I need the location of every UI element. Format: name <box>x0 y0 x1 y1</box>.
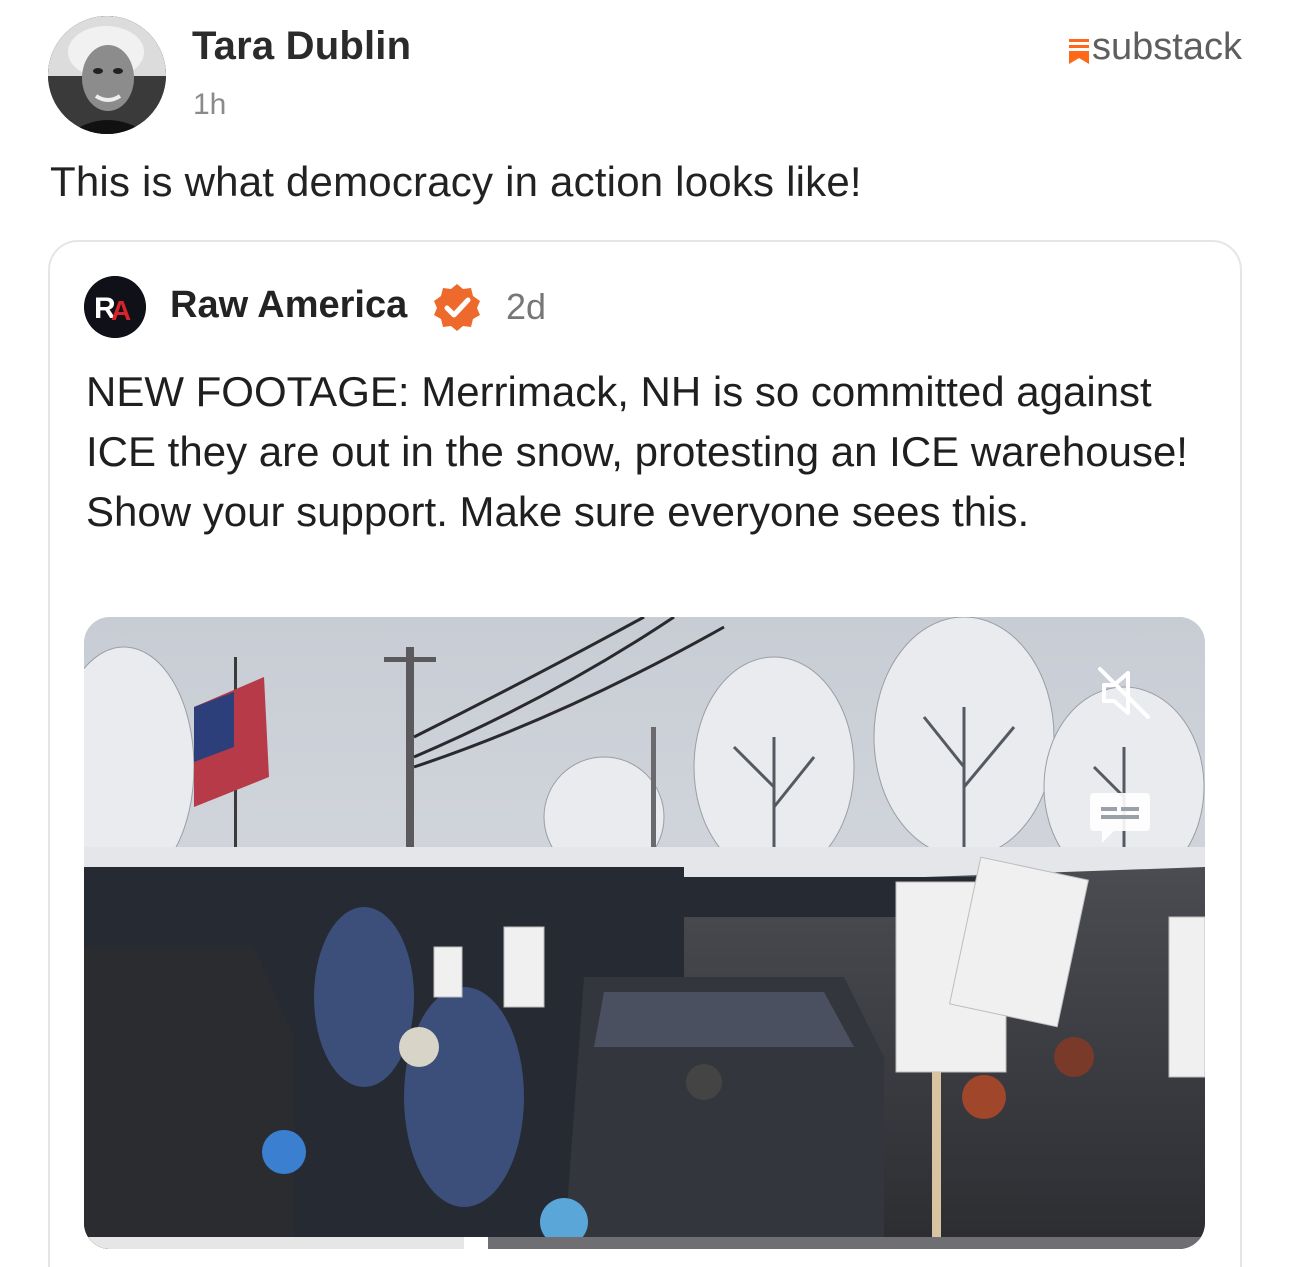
post-timestamp: 1h <box>193 88 227 121</box>
avatar-a-letter: A <box>111 295 131 326</box>
video-progress-bar[interactable] <box>84 1237 1205 1249</box>
quoted-author-avatar[interactable]: R A <box>84 276 146 338</box>
substack-logo-icon <box>1069 38 1090 64</box>
video-progress-fill <box>84 1237 476 1249</box>
post: Tara Dublin 1h substack This is what dem… <box>0 0 1290 1267</box>
protest-video-frame <box>84 617 1205 1249</box>
video-player[interactable] <box>84 617 1205 1249</box>
captions-icon[interactable] <box>1088 789 1152 849</box>
author-avatar[interactable] <box>48 16 166 134</box>
post-body: This is what democracy in action looks l… <box>50 158 862 205</box>
substack-source[interactable]: substack <box>1068 26 1242 69</box>
muted-speaker-icon[interactable] <box>1096 665 1152 721</box>
author-name[interactable]: Tara Dublin <box>192 24 411 69</box>
quoted-body: NEW FOOTAGE: Merrimack, NH is so committ… <box>86 368 1188 535</box>
source-label: substack <box>1092 26 1242 68</box>
quoted-author-name[interactable]: Raw America <box>170 284 407 327</box>
verified-badge-icon <box>434 284 480 331</box>
video-scrubber-handle[interactable] <box>464 1237 488 1249</box>
quoted-timestamp: 2d <box>506 286 547 327</box>
